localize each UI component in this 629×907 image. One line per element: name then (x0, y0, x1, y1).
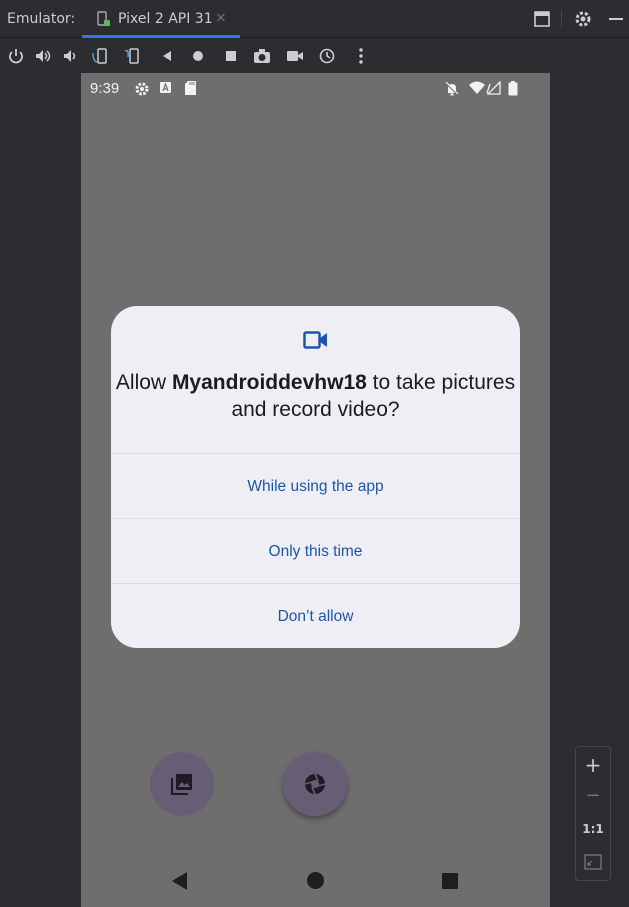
sd-card-icon (185, 81, 196, 95)
divider (561, 10, 562, 28)
emulator-backdrop-left (0, 73, 81, 907)
permission-dialog: Allow Myandroiddevhw18 to take pictures … (111, 306, 520, 648)
status-bar: 9:39 (81, 73, 550, 103)
wifi-icon (469, 81, 485, 94)
minimize-icon[interactable] (606, 9, 626, 29)
zoom-out-button[interactable]: − (576, 785, 610, 806)
only-this-time-button[interactable]: Only this time (111, 518, 520, 583)
overview-icon[interactable] (222, 47, 240, 65)
home-icon[interactable] (189, 47, 207, 65)
zoom-controls: + − 1:1 (575, 746, 611, 881)
power-icon[interactable] (7, 47, 25, 65)
settings-notification-icon (135, 82, 149, 96)
dialog-title: Allow Myandroiddevhw18 to take pictures … (115, 371, 516, 421)
notifications-off-icon (445, 81, 459, 96)
videocam-icon (303, 331, 327, 349)
back-icon[interactable] (158, 47, 176, 65)
gallery-button[interactable] (150, 752, 214, 816)
navigation-bar (81, 858, 550, 907)
nav-home-icon[interactable] (306, 871, 325, 890)
rotate-left-icon[interactable] (91, 47, 109, 65)
screenrecord-icon[interactable] (286, 47, 304, 65)
camera-shutter-icon (304, 773, 326, 795)
camera-icon[interactable] (253, 47, 271, 65)
tab-title: Pixel 2 API 31 (118, 11, 213, 27)
nav-recents-icon[interactable] (441, 872, 459, 890)
tool-window-header: Emulator: Pixel 2 API 31 × (0, 0, 629, 38)
volume-up-icon[interactable] (34, 47, 52, 65)
rotate-right-icon[interactable] (123, 47, 141, 65)
photo-library-icon (171, 774, 192, 795)
actual-size-button[interactable]: 1:1 (576, 822, 610, 836)
cellular-signal-icon (486, 81, 501, 95)
while-using-app-button[interactable]: While using the app (111, 453, 520, 518)
snapshot-icon[interactable] (318, 47, 336, 65)
nav-back-icon[interactable] (170, 871, 190, 891)
dont-allow-button[interactable]: Don’t allow (111, 583, 520, 648)
keyboard-a-icon (160, 82, 171, 93)
shutter-button[interactable] (283, 752, 347, 816)
emulator-toolbar (0, 39, 629, 73)
gear-icon[interactable] (573, 9, 593, 29)
status-time: 9:39 (90, 80, 120, 97)
window-layout-icon[interactable] (532, 9, 552, 29)
app-name: Myandroiddevhw18 (171, 371, 367, 394)
active-tab-indicator (82, 35, 240, 38)
device-icon (97, 11, 110, 26)
volume-down-icon[interactable] (62, 47, 80, 65)
fit-screen-icon[interactable] (584, 854, 602, 870)
tab-device[interactable]: Pixel 2 API 31 × (82, 0, 240, 38)
battery-icon (508, 81, 518, 96)
close-tab-icon[interactable]: × (215, 10, 227, 26)
emulator-label: Emulator: (7, 11, 76, 27)
more-options-icon[interactable] (352, 47, 370, 65)
zoom-in-button[interactable]: + (576, 753, 610, 777)
